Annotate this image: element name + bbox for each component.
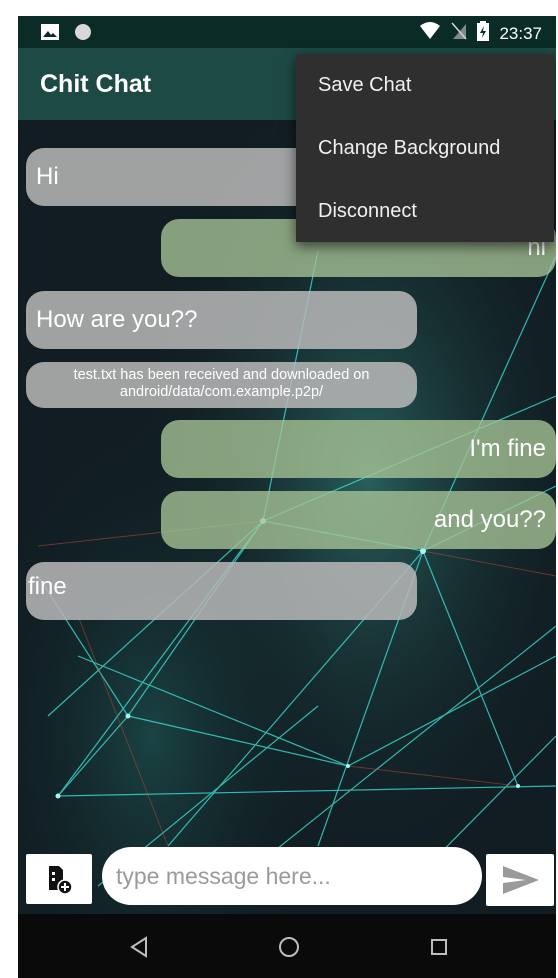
menu-item-save-chat[interactable]: Save Chat [296,54,554,117]
send-button[interactable] [486,854,554,906]
message-bubble-outgoing[interactable]: and you?? [161,491,556,549]
menu-item-change-background[interactable]: Change Background [296,117,554,180]
send-icon [502,865,540,900]
file-received-notice[interactable]: test.txt has been received and downloade… [26,362,417,408]
file-notice-text: test.txt has been received and downloade… [73,367,370,400]
message-bubble-incoming[interactable]: fine [26,562,417,620]
message-text: fine [28,573,67,600]
phone-screen: 23:37 Chit Chat Hi hi How are you?? test… [18,16,556,978]
image-icon [40,23,60,46]
message-bubble-outgoing[interactable]: I'm fine [161,420,556,478]
screen: 23:37 Chit Chat Hi hi How are you?? test… [0,0,558,978]
message-text: How are you?? [36,306,198,333]
attach-file-icon [47,866,73,899]
no-sim-icon [451,22,468,45]
home-circle-icon[interactable] [274,932,304,962]
menu-item-disconnect[interactable]: Disconnect [296,180,554,243]
recents-square-icon[interactable] [424,932,454,962]
message-text: Hi [36,163,59,190]
message-bubble-incoming[interactable]: How are you?? [26,291,417,349]
app-title: Chit Chat [40,70,152,98]
message-text: and you?? [433,506,546,533]
circle-icon [74,23,92,46]
message-text: I'm fine [469,435,546,462]
navigation-bar [18,914,556,978]
overflow-menu: Save Chat Change Background Disconnect [296,54,554,242]
status-bar: 23:37 [18,16,556,48]
clock-time: 23:37 [499,23,542,43]
back-triangle-icon[interactable] [124,932,154,962]
wifi-icon [419,22,441,45]
battery-charging-icon [477,21,490,46]
message-input[interactable] [102,847,482,905]
attach-file-button[interactable] [26,854,92,904]
